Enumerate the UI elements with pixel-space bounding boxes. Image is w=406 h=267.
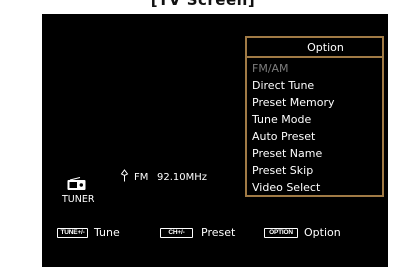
key-guide-preset: CH+/- Preset <box>160 226 250 240</box>
option-item-direct-tune[interactable]: Direct Tune <box>247 77 382 94</box>
tune-action-label: Tune <box>94 226 120 239</box>
tv-screen: Option FM/AM Direct Tune Preset Memory T… <box>42 14 388 267</box>
radio-icon <box>67 177 86 190</box>
frequency-readout: 92.10MHz <box>157 172 208 183</box>
option-menu-title: Option <box>247 38 382 58</box>
key-guide-option: OPTION Option <box>264 226 354 240</box>
option-item-fm-am[interactable]: FM/AM <box>247 60 382 77</box>
band-label: FM <box>134 172 149 183</box>
source-label: TUNER <box>62 194 95 205</box>
channel-key-icon: CH+/- <box>160 228 193 238</box>
option-item-video-select[interactable]: Video Select <box>247 179 382 196</box>
preset-action-label: Preset <box>201 226 236 239</box>
option-item-preset-skip[interactable]: Preset Skip <box>247 162 382 179</box>
option-menu-list: FM/AM Direct Tune Preset Memory Tune Mod… <box>247 58 382 196</box>
option-action-label: Option <box>304 226 341 239</box>
option-menu: Option FM/AM Direct Tune Preset Memory T… <box>245 36 384 197</box>
antenna-icon <box>120 169 129 182</box>
tune-key-icon: TUNE+/- <box>57 228 88 238</box>
key-guide-tune: TUNE+/- Tune <box>57 226 147 240</box>
caption-bar: [TV Screen] <box>0 0 406 14</box>
option-item-auto-preset[interactable]: Auto Preset <box>247 128 382 145</box>
option-item-preset-memory[interactable]: Preset Memory <box>247 94 382 111</box>
tv-screen-caption: [TV Screen] <box>150 0 256 9</box>
option-item-tune-mode[interactable]: Tune Mode <box>247 111 382 128</box>
option-key-icon: OPTION <box>264 228 298 238</box>
option-item-preset-name[interactable]: Preset Name <box>247 145 382 162</box>
